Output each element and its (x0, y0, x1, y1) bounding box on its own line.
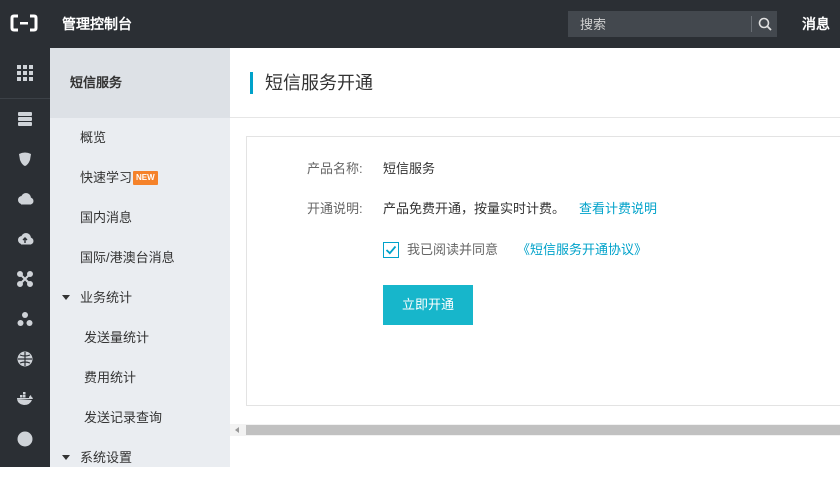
caret-down-icon (62, 295, 70, 300)
search-input[interactable] (568, 11, 750, 37)
pricing-link[interactable]: 查看计费说明 (579, 199, 657, 219)
header-divider (230, 117, 840, 118)
activation-desc-value: 产品免费开通，按量实时计费。 (383, 201, 566, 216)
shield-icon (19, 152, 31, 166)
product-rail (0, 48, 50, 467)
sidebar-item-domestic-messages[interactable]: 国内消息 (50, 198, 230, 238)
sidebar-item-international-messages[interactable]: 国际/港澳台消息 (50, 238, 230, 278)
cloud-upload-icon (18, 233, 34, 245)
rail-item-grid[interactable] (0, 53, 50, 93)
activation-panel: 产品名称: 短信服务 开通说明: 产品免费开通，按量实时计费。 查看计费说明 我… (246, 136, 840, 406)
rail-item-circle[interactable] (0, 419, 50, 459)
main-content: 短信服务开通 产品名称: 短信服务 开通说明: 产品免费开通，按量实时计费。 查… (230, 48, 840, 467)
circle-icon (17, 431, 33, 447)
agreement-link[interactable]: 《短信服务开通协议》 (517, 240, 647, 260)
sidebar-item-cost-stats[interactable]: 费用统计 (50, 358, 230, 398)
sms-sidebar: 短信服务 概览 快速学习 NEW 国内消息 国际/港澳台消息 业务统计 发送量统… (50, 48, 230, 467)
activate-button[interactable]: 立即开通 (383, 285, 473, 325)
sidebar-item-label: 概览 (80, 130, 107, 145)
sidebar-item-overview[interactable]: 概览 (50, 118, 230, 158)
product-name-value: 短信服务 (383, 161, 436, 176)
top-bar: 管理控制台 消息 (0, 0, 840, 48)
agree-text: 我已阅读并同意 (407, 242, 499, 257)
sidebar-group-system-settings[interactable]: 系统设置 (50, 438, 230, 478)
cluster-icon (17, 312, 33, 326)
page-title: 短信服务开通 (265, 73, 373, 93)
grid-icon (17, 65, 33, 81)
rail-item-docker[interactable] (0, 379, 50, 419)
search-button[interactable] (752, 11, 777, 37)
sidebar-item-quick-learn[interactable]: 快速学习 NEW (50, 158, 230, 198)
rail-item-database[interactable] (0, 99, 50, 139)
sidebar-item-label: 发送量统计 (84, 330, 150, 345)
sidebar-item-label: 快速学习 (80, 170, 133, 185)
sidebar-item-label: 发送记录查询 (84, 410, 163, 425)
messages-link[interactable]: 消息 (802, 0, 830, 48)
scroll-left-icon[interactable] (235, 427, 239, 433)
new-badge: NEW (133, 171, 158, 185)
scrollbar-thumb[interactable] (246, 425, 840, 435)
rail-item-cloud[interactable] (0, 179, 50, 219)
sidebar-item-label: 国内消息 (80, 210, 133, 225)
aliyun-logo-icon[interactable] (10, 14, 38, 32)
sidebar-item-send-volume[interactable]: 发送量统计 (50, 318, 230, 358)
network-icon (17, 271, 33, 287)
rail-item-network[interactable] (0, 259, 50, 299)
cloud-icon (18, 193, 34, 205)
horizontal-scrollbar[interactable] (230, 424, 840, 436)
activation-desc-label: 开通说明: (307, 201, 363, 216)
rail-item-globe[interactable] (0, 339, 50, 379)
caret-down-icon (62, 455, 70, 460)
agree-checkbox[interactable] (383, 242, 399, 258)
rail-item-cloud-upload[interactable] (0, 219, 50, 259)
globe-icon (17, 351, 33, 367)
sidebar-group-business-stats[interactable]: 业务统计 (50, 278, 230, 318)
rail-item-cluster[interactable] (0, 299, 50, 339)
database-icon (18, 112, 32, 126)
sidebar-header: 短信服务 (50, 48, 230, 118)
sidebar-item-label: 费用统计 (84, 370, 137, 385)
sidebar-title: 短信服务 (70, 75, 123, 90)
title-accent-bar (250, 72, 253, 94)
sidebar-item-label: 国际/港澳台消息 (80, 250, 175, 265)
rail-item-shield[interactable] (0, 139, 50, 179)
search-icon (758, 17, 772, 31)
sidebar-group-label: 系统设置 (80, 450, 133, 465)
product-name-label: 产品名称: (307, 161, 363, 176)
sidebar-group-label: 业务统计 (80, 290, 133, 305)
search-box (568, 11, 777, 37)
docker-icon (17, 392, 33, 405)
console-title[interactable]: 管理控制台 (62, 0, 132, 48)
check-icon (385, 245, 397, 255)
sidebar-item-send-records[interactable]: 发送记录查询 (50, 398, 230, 438)
